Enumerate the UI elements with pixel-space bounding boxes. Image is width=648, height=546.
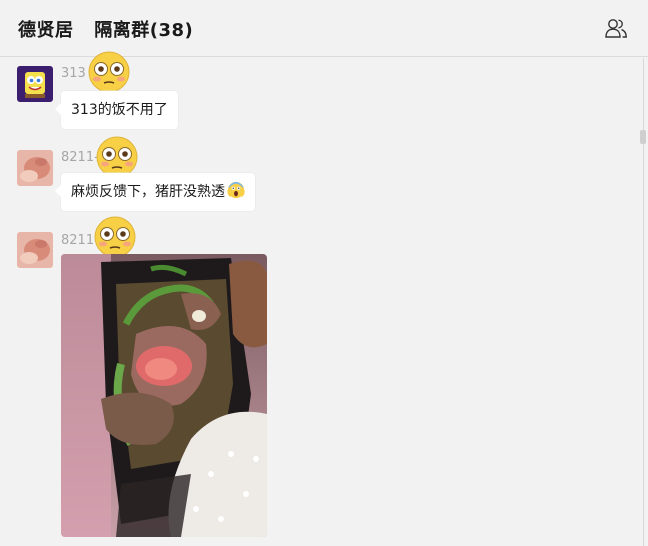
screaming-face-icon: [227, 181, 245, 199]
spongebob-avatar[interactable]: [17, 66, 53, 102]
owner-name: 德贤居: [18, 20, 74, 41]
food-photo[interactable]: [61, 254, 267, 537]
message-bubble[interactable]: 麻烦反馈下，猪肝没熟透: [55, 173, 255, 211]
members-button[interactable]: [604, 16, 628, 40]
flushed-face-icon: [93, 215, 137, 259]
scroll-thumb[interactable]: [640, 130, 646, 144]
message-bubble[interactable]: 313的饭不用了: [55, 91, 178, 129]
sender-name: 8211-: [61, 150, 99, 165]
sender-name: 313: [61, 66, 86, 81]
photo-avatar[interactable]: [17, 232, 53, 268]
photo-avatar[interactable]: [17, 150, 53, 186]
chat-header: 德贤居 隔离群(38): [0, 0, 648, 57]
group-name: 隔离群(38): [94, 20, 194, 41]
message-text: 麻烦反馈下，猪肝没熟透: [71, 184, 225, 200]
members-icon: [605, 19, 627, 38]
chat-title: 德贤居 隔离群(38): [18, 16, 207, 42]
flushed-face-icon: [87, 50, 131, 94]
